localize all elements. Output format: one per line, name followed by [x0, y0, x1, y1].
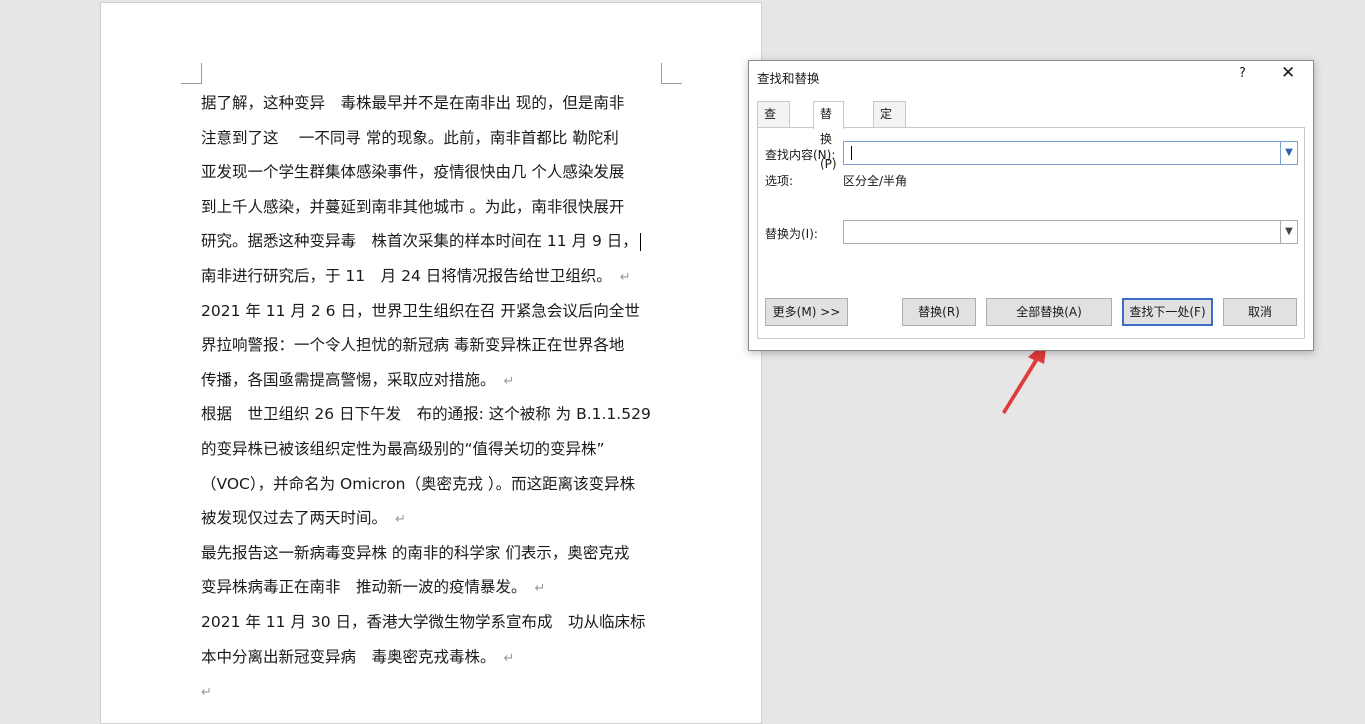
find-input[interactable]: [848, 144, 1272, 164]
find-replace-dialog[interactable]: 查找和替换 ? ✕ 查找(D) 替换(P) 定位(G) 查找内容(N): ▼ 选…: [748, 60, 1314, 351]
replace-all-button[interactable]: 全部替换(A): [986, 298, 1112, 326]
find-combobox[interactable]: ▼: [843, 141, 1298, 165]
find-next-button[interactable]: 查找下一处(F): [1122, 298, 1213, 326]
tab-replace[interactable]: 替换(P): [813, 101, 844, 171]
chevron-down-icon[interactable]: ▼: [1280, 142, 1297, 164]
replace-input[interactable]: [848, 223, 1272, 243]
help-icon[interactable]: ?: [1239, 66, 1246, 81]
replace-button[interactable]: 替换(R): [902, 298, 976, 326]
options-value: 区分全/半角: [843, 174, 908, 188]
cancel-button[interactable]: 取消: [1223, 298, 1297, 326]
more-button[interactable]: 更多(M) >>: [765, 298, 848, 326]
replace-label: 替换为(I):: [765, 227, 818, 241]
text-caret: [851, 146, 852, 160]
replace-combobox[interactable]: ▼: [843, 220, 1298, 244]
options-label: 选项:: [765, 174, 794, 188]
replace-panel: 查找内容(N): ▼ 选项: 区分全/半角 替换为(I): ▼ 更多(M) >>…: [757, 127, 1305, 339]
close-icon[interactable]: ✕: [1281, 63, 1295, 83]
dialog-title: 查找和替换: [757, 71, 820, 86]
arrow-to-replace-all: [1002, 341, 1047, 414]
chevron-down-icon[interactable]: ▼: [1280, 221, 1297, 243]
tab-goto[interactable]: 定位(G): [873, 101, 906, 171]
tab-find[interactable]: 查找(D): [757, 101, 790, 171]
